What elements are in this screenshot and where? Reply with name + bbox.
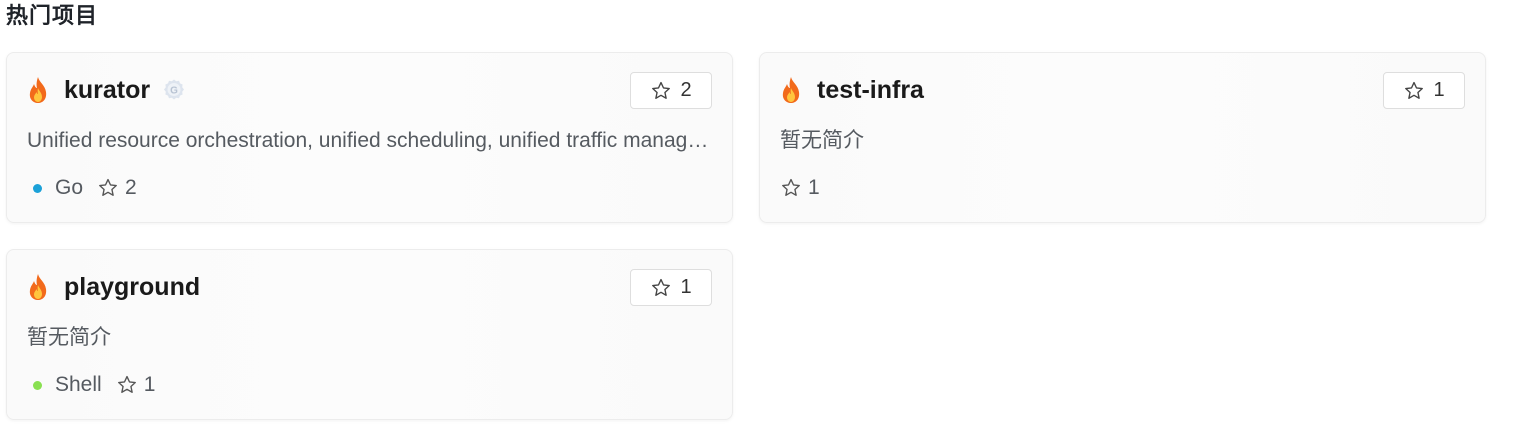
project-meta: Go 2 xyxy=(27,173,137,203)
repo-name-link[interactable]: test-infra xyxy=(817,73,924,107)
stars-count: 1 xyxy=(143,373,156,396)
project-description: 暂无简介 xyxy=(27,326,111,349)
gitee-badge-icon: G xyxy=(162,78,186,102)
star-count: 2 xyxy=(680,79,692,101)
card-header: kurator G xyxy=(26,73,186,107)
project-card-kurator[interactable]: kurator G 2 Unified resource orchestrati… xyxy=(6,52,733,223)
star-outline-icon xyxy=(1405,81,1424,99)
fire-icon xyxy=(26,273,50,301)
star-outline-icon xyxy=(652,278,671,296)
project-description: Unified resource orchestration, unified … xyxy=(27,129,717,152)
stars-count: 1 xyxy=(808,176,820,199)
language-label: Go xyxy=(55,176,84,199)
star-count: 1 xyxy=(1433,79,1445,101)
project-card-playground[interactable]: playground 1 暂无简介 Shell 1 xyxy=(6,249,733,420)
project-meta: Shell 1 xyxy=(27,370,155,400)
star-button[interactable]: 2 xyxy=(630,72,712,109)
star-button[interactable]: 1 xyxy=(630,269,712,306)
stars-count: 2 xyxy=(125,176,137,199)
star-outline-icon xyxy=(652,81,671,99)
repo-name-link[interactable]: playground xyxy=(64,270,200,304)
svg-text:G: G xyxy=(170,85,178,96)
language-color-dot xyxy=(33,183,42,193)
card-header: playground xyxy=(26,270,200,304)
star-count: 1 xyxy=(680,276,692,298)
language-color-dot xyxy=(33,380,42,390)
star-outline-icon xyxy=(99,178,117,196)
project-description: 暂无简介 xyxy=(780,129,864,152)
star-outline-icon xyxy=(117,375,136,393)
repo-name-link[interactable]: kurator xyxy=(64,73,150,107)
star-outline-icon xyxy=(782,178,800,196)
project-card-test-infra[interactable]: test-infra 1 暂无简介 1 xyxy=(759,52,1486,223)
card-header: test-infra xyxy=(779,73,924,107)
fire-icon xyxy=(26,76,50,104)
hot-projects-section: 热门项目 kurator G 2 Unified resource orches… xyxy=(0,0,1519,448)
star-button[interactable]: 1 xyxy=(1383,72,1465,109)
project-meta: 1 xyxy=(780,173,820,203)
language-label: Shell xyxy=(55,373,102,396)
fire-icon xyxy=(779,76,803,104)
section-title: 热门项目 xyxy=(6,3,99,28)
